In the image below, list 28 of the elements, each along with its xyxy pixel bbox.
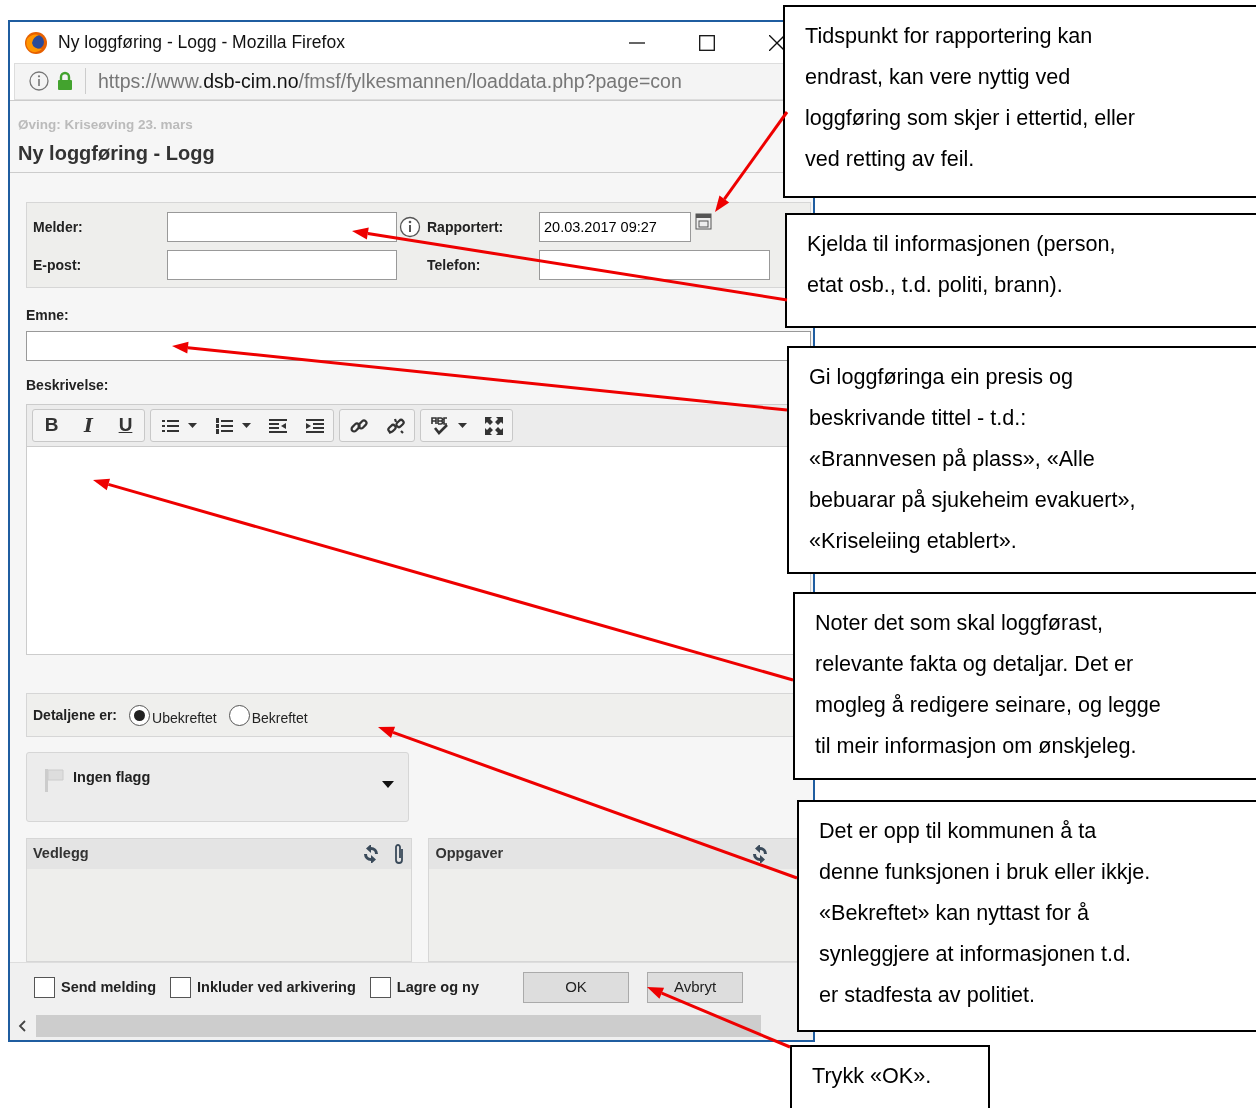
callout-note: Tidspunkt for rapportering kan endrast, kan vere nyttig ved loggføring som skjer i ettertid, eller ved retting av feil.	[783, 5, 1256, 198]
underline-button[interactable]: U	[107, 410, 144, 441]
callout-note: Gi loggføringa ein presis og beskrivande tittel - t.d.: «Brannvesen på plass», «Alle bebuarar på sjukeheim evakuert», «Kriseleiing etablert».	[787, 346, 1256, 574]
panel-title: Oppgaver	[435, 844, 504, 864]
window-title: Ny loggføring - Logg - Mozilla Firefox	[58, 31, 345, 55]
callout-note: Trykk «OK».	[790, 1045, 990, 1108]
cancel-button[interactable]: Avbryt	[647, 972, 744, 1003]
callout-note: Kjelda til informasjonen (person, etat osb., t.d. politi, brann).	[785, 213, 1256, 328]
callout-note: Noter det som skal loggførast, relevante fakta og detaljar. Det er mogleg å redigere seinare, og legge til meir informasjon om ønskjeleg.	[793, 592, 1256, 780]
checkbox-label: Lagre og ny	[396, 977, 480, 997]
callout-note: Det er opp til kommunen å ta denne funksjonen i bruk eller ikkje. «Bekreftet» kan nyttast for å synleggjere at informasjonen t.d. er stadfesta av politiet.	[797, 800, 1256, 1032]
italic-button[interactable]: I	[70, 410, 107, 441]
checkbox-label: Send melding	[61, 977, 157, 997]
ok-button[interactable]: OK	[523, 972, 630, 1003]
checkbox-label: Inkluder ved arkivering	[197, 977, 356, 997]
bold-button[interactable]: B	[33, 410, 70, 441]
field-label: E-post:	[33, 255, 83, 275]
field-label: Telefon:	[427, 255, 482, 275]
panel-title: Vedlegg	[33, 844, 89, 864]
date-field[interactable]: 20.03.2017 09:27	[539, 212, 691, 242]
field-label: Detaljene er:	[33, 705, 118, 725]
field-label: Melder:	[33, 217, 84, 237]
field-label: Rapportert:	[427, 217, 505, 237]
radio-label: Bekreftet	[251, 708, 308, 728]
field-label: Emne:	[26, 306, 69, 325]
radio-label: Ubekreftet	[152, 708, 217, 728]
field-label: Beskrivelse:	[26, 376, 109, 395]
flag-dropdown[interactable]: Ingen flagg	[26, 752, 409, 822]
